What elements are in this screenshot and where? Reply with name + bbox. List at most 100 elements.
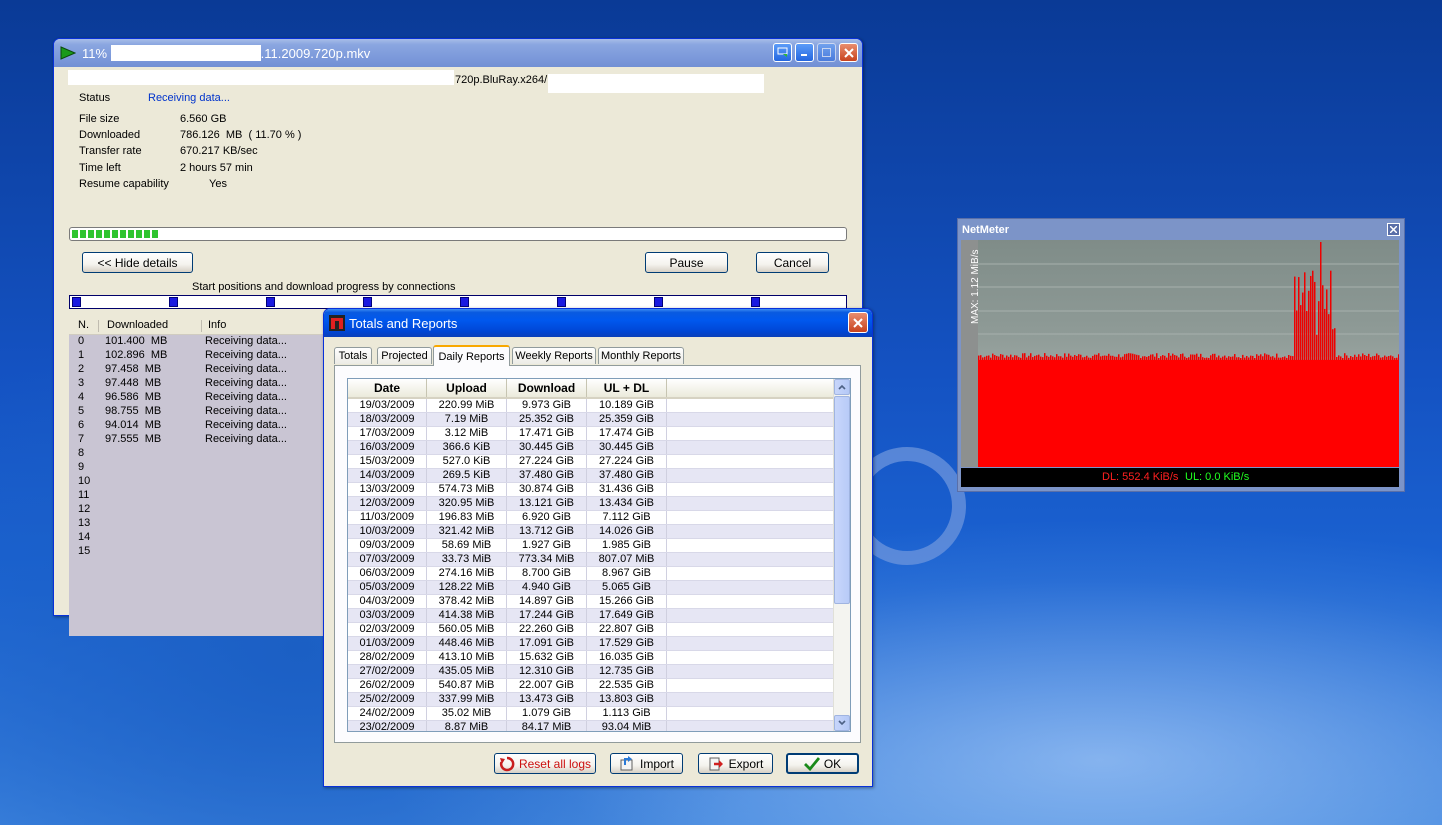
netmeter-spike xyxy=(1136,354,1138,360)
tab-weekly-reports[interactable]: Weekly Reports xyxy=(512,347,596,364)
cell-upload: 274.16 MiB xyxy=(427,567,507,580)
col-n[interactable]: N. xyxy=(78,319,89,331)
refresh-icon xyxy=(499,756,515,771)
table-row[interactable]: 02/03/2009 560.05 MiB 22.260 GiB 22.807 GiB xyxy=(348,623,834,637)
export-button[interactable]: Export xyxy=(698,753,773,774)
col-downloaded[interactable]: Downloaded xyxy=(107,319,168,331)
table-row[interactable]: 28/02/2009 413.10 MiB 15.632 GiB 16.035 GiB xyxy=(348,651,834,665)
cell-download: 37.480 GiB xyxy=(507,469,587,482)
tab-monthly-reports[interactable]: Monthly Reports xyxy=(598,347,684,364)
daily-reports-table[interactable]: Date Upload Download UL + DL 19/03/2009 2… xyxy=(347,378,851,732)
netmeter-spike xyxy=(1204,357,1206,360)
netmeter-spike xyxy=(1106,355,1108,360)
col-download[interactable]: Download xyxy=(507,379,587,397)
netmeter-spike xyxy=(1382,357,1384,360)
table-row[interactable]: 09/03/2009 58.69 MiB 1.927 GiB 1.985 GiB xyxy=(348,539,834,553)
connection-number: 10 xyxy=(78,475,91,487)
netmeter-spike xyxy=(1270,356,1272,360)
netmeter-spike xyxy=(1068,353,1070,360)
table-row[interactable]: 05/03/2009 128.22 MiB 4.940 GiB 5.065 GiB xyxy=(348,581,834,595)
netmeter-spike xyxy=(1262,356,1264,360)
netmeter-close-button[interactable] xyxy=(1387,223,1400,236)
netmeter-spike xyxy=(986,355,988,360)
tab-projected[interactable]: Projected xyxy=(377,347,432,364)
connection-number: 5 xyxy=(78,405,85,417)
col-ul-dl[interactable]: UL + DL xyxy=(587,379,667,397)
table-row[interactable]: 27/02/2009 435.05 MiB 12.310 GiB 12.735 GiB xyxy=(348,665,834,679)
table-row[interactable]: 25/02/2009 337.99 MiB 13.473 GiB 13.803 GiB xyxy=(348,693,834,707)
cell-date: 02/03/2009 xyxy=(348,623,427,636)
totals-titlebar[interactable]: Totals and Reports xyxy=(324,309,872,337)
netmeter-spike xyxy=(1286,357,1288,360)
maximize-button[interactable] xyxy=(817,43,836,62)
scroll-thumb[interactable] xyxy=(834,396,850,604)
col-info[interactable]: Info xyxy=(208,319,226,331)
connections-bar xyxy=(69,295,847,309)
table-row[interactable]: 26/02/2009 540.87 MiB 22.007 GiB 22.535 GiB xyxy=(348,679,834,693)
cell-ul-dl: 17.474 GiB xyxy=(587,427,667,440)
table-vertical-scrollbar[interactable] xyxy=(833,379,850,731)
close-button[interactable] xyxy=(839,43,858,62)
netmeter-spike xyxy=(1158,357,1160,360)
table-row[interactable]: 13/03/2009 574.73 MiB 30.874 GiB 31.436 GiB xyxy=(348,483,834,497)
progress-segment xyxy=(72,230,78,238)
minimize-button[interactable] xyxy=(795,43,814,62)
table-row[interactable]: 12/03/2009 320.95 MiB 13.121 GiB 13.434 GiB xyxy=(348,497,834,511)
netmeter-spike xyxy=(1292,356,1294,360)
netmeter-spike xyxy=(1300,305,1302,360)
netmeter-spike xyxy=(1330,270,1332,360)
table-row[interactable]: 07/03/2009 33.73 MiB 773.34 MiB 807.07 MiB xyxy=(348,553,834,567)
table-row[interactable]: 14/03/2009 269.5 KiB 37.480 GiB 37.480 GiB xyxy=(348,469,834,483)
cell-upload: 337.99 MiB xyxy=(427,693,507,706)
totals-close-button[interactable] xyxy=(848,312,868,333)
netmeter-spike xyxy=(1182,353,1184,360)
netmeter-spike xyxy=(982,357,984,360)
tab-totals[interactable]: Totals xyxy=(334,347,372,364)
netmeter-spike xyxy=(1140,357,1142,360)
table-row[interactable]: 23/02/2009 8.87 MiB 84.17 MiB 93.04 MiB xyxy=(348,721,834,731)
cell-ul-dl: 14.026 GiB xyxy=(587,525,667,538)
table-row[interactable]: 03/03/2009 414.38 MiB 17.244 GiB 17.649 GiB xyxy=(348,609,834,623)
netmeter-spike xyxy=(1080,354,1082,360)
col-date[interactable]: Date xyxy=(348,379,427,397)
table-row[interactable]: 16/03/2009 366.6 KiB 30.445 GiB 30.445 GiB xyxy=(348,441,834,455)
hide-details-button[interactable]: << Hide details xyxy=(82,252,193,273)
tab-daily-reports[interactable]: Daily Reports xyxy=(433,345,510,366)
table-row[interactable]: 04/03/2009 378.42 MiB 14.897 GiB 15.266 GiB xyxy=(348,595,834,609)
tray-button[interactable] xyxy=(773,43,792,62)
connection-info: Receiving data... xyxy=(205,363,287,375)
reset-logs-button[interactable]: Reset all logs xyxy=(494,753,596,774)
netmeter-spike xyxy=(1386,356,1388,360)
cell-ul-dl: 17.649 GiB xyxy=(587,609,667,622)
scroll-down-button[interactable] xyxy=(834,715,850,731)
netmeter-spike xyxy=(1334,328,1336,360)
table-row[interactable]: 01/03/2009 448.46 MiB 17.091 GiB 17.529 GiB xyxy=(348,637,834,651)
pause-button[interactable]: Pause xyxy=(645,252,728,273)
cell-upload: 574.73 MiB xyxy=(427,483,507,496)
table-row[interactable]: 15/03/2009 527.0 KiB 27.224 GiB 27.224 GiB xyxy=(348,455,834,469)
netmeter-spike xyxy=(1362,353,1364,360)
cancel-button[interactable]: Cancel xyxy=(756,252,829,273)
cell-upload: 413.10 MiB xyxy=(427,651,507,664)
table-row[interactable]: 17/03/2009 3.12 MiB 17.471 GiB 17.474 GiB xyxy=(348,427,834,441)
download-titlebar[interactable]: 11% .11.2009.720p.mkv xyxy=(54,39,862,67)
url-fragment: 720p.BluRay.x264/ xyxy=(455,74,548,86)
netmeter-spike xyxy=(1176,355,1178,360)
netmeter-spike xyxy=(1084,356,1086,360)
cell-date: 24/02/2009 xyxy=(348,707,427,720)
table-row[interactable]: 06/03/2009 274.16 MiB 8.700 GiB 8.967 GiB xyxy=(348,567,834,581)
table-row[interactable]: 11/03/2009 196.83 MiB 6.920 GiB 7.112 GiB xyxy=(348,511,834,525)
import-button[interactable]: Import xyxy=(610,753,683,774)
netmeter-spike xyxy=(1034,355,1036,360)
cell-download: 17.244 GiB xyxy=(507,609,587,622)
netmeter-titlebar[interactable]: NetMeter xyxy=(958,219,1404,239)
col-upload[interactable]: Upload xyxy=(427,379,507,397)
table-row[interactable]: 18/03/2009 7.19 MiB 25.352 GiB 25.359 GiB xyxy=(348,413,834,427)
netmeter-spike xyxy=(1008,356,1010,360)
scroll-up-button[interactable] xyxy=(834,379,850,395)
table-row[interactable]: 10/03/2009 321.42 MiB 13.712 GiB 14.026 GiB xyxy=(348,525,834,539)
table-row[interactable]: 19/03/2009 220.99 MiB 9.973 GiB 10.189 GiB xyxy=(348,399,834,413)
ok-button[interactable]: OK xyxy=(786,753,859,774)
table-row[interactable]: 24/02/2009 35.02 MiB 1.079 GiB 1.113 GiB xyxy=(348,707,834,721)
netmeter-spike xyxy=(1318,301,1320,360)
